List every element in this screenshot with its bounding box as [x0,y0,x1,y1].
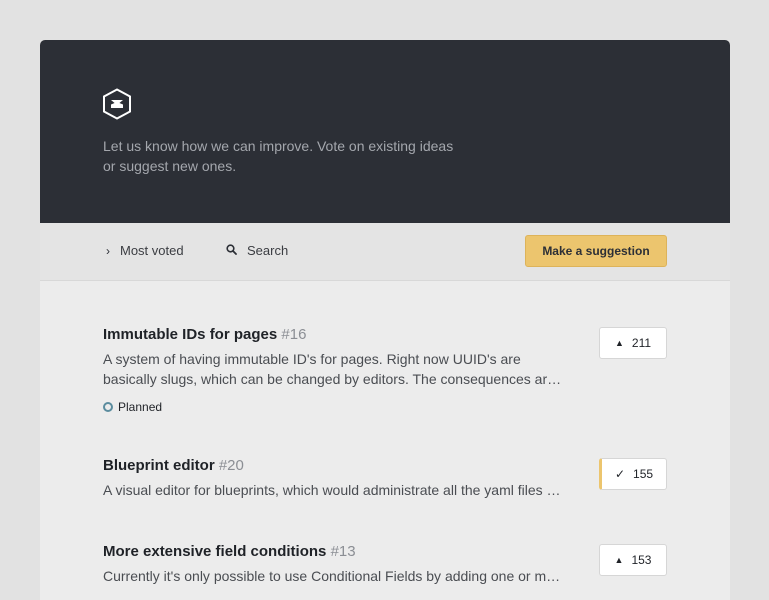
vote-count: 153 [631,553,652,567]
idea-item[interactable]: Immutable IDs for pages #16 A system of … [103,325,667,414]
upvote-button[interactable]: ✓ 155 [599,458,667,490]
status-badge: Planned [103,400,667,414]
idea-item[interactable]: More extensive field conditions #13 Curr… [103,542,667,586]
idea-item[interactable]: Blueprint editor #20 A visual editor for… [103,456,667,500]
status-circle-icon [103,402,113,412]
idea-number: #13 [330,543,356,560]
make-suggestion-button[interactable]: Make a suggestion [525,235,667,267]
vote-count: 211 [631,336,652,350]
idea-title[interactable]: Blueprint editor #20 [103,456,667,476]
vote-count: 155 [633,467,654,481]
feedback-board: Let us know how we can improve. Vote on … [40,40,730,600]
hero-header: Let us know how we can improve. Vote on … [40,40,730,223]
idea-title-text: More extensive field conditions [103,543,327,560]
idea-description: Currently it's only possible to use Cond… [103,568,563,584]
kirby-hexagon-logo-icon[interactable] [102,88,132,120]
upvote-button[interactable]: ▲ 211 [599,327,667,359]
search-label: Search [247,243,289,258]
toolbar: › Most voted Search Make a suggestion [40,223,730,281]
idea-title-text: Blueprint editor [103,457,215,474]
idea-description: A visual editor for blueprints, which wo… [103,482,563,498]
search-icon [226,243,237,258]
idea-number: #20 [218,457,244,474]
search-toggle[interactable]: Search [226,243,288,258]
caret-up-icon: ▲ [614,338,624,348]
idea-title-text: Immutable IDs for pages [103,326,278,343]
chevron-right-icon: › [106,243,110,258]
idea-title[interactable]: More extensive field conditions #13 [103,542,667,562]
sort-label: Most voted [120,243,184,258]
idea-description: A system of having immutable ID's for pa… [103,351,555,387]
checkmark-icon: ✓ [614,467,626,481]
hero-tagline: Let us know how we can improve. Vote on … [103,138,454,174]
caret-up-icon: ▲ [614,555,624,565]
idea-number: #16 [281,326,307,343]
status-label: Planned [118,400,163,414]
idea-title[interactable]: Immutable IDs for pages #16 [103,325,667,345]
sort-dropdown[interactable]: › Most voted [106,243,184,258]
upvote-button[interactable]: ▲ 153 [599,544,667,576]
